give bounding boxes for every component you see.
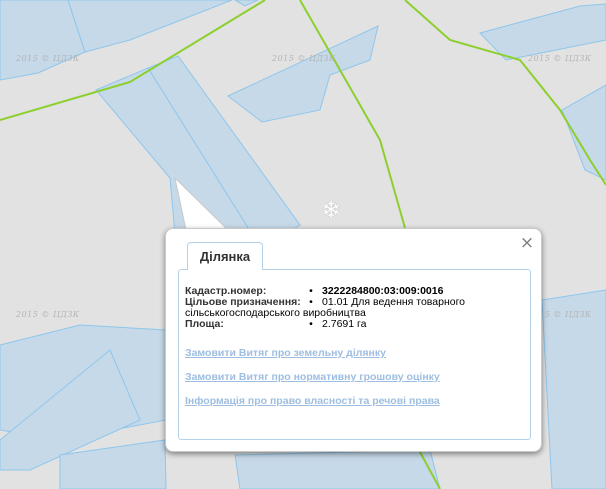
watermark: 2015 © ЦДЗК [16,310,80,319]
parcel-popup: × Ділянка Кадастр.номер: • 3222284800:03… [165,228,542,452]
land-parcel [541,289,606,489]
tab-gap [188,269,260,271]
order-extract-link[interactable]: Замовити Витяг про земельну ділянку [185,347,386,359]
ownership-info-link[interactable]: Інформація про право власності та речові… [185,395,440,407]
parcel-info-panel: Кадастр.номер: • 3222284800:03:009:0016 … [178,269,531,440]
tab-parcel[interactable]: Ділянка [187,242,263,270]
watermark: 2015 © ЦДЗК [528,54,592,63]
order-valuation-link[interactable]: Замовити Витяг про нормативну грошову оц… [185,371,440,383]
watermark: 2015 © ЦДЗК [16,54,80,63]
land-parcel [234,449,441,489]
watermark: 2015 © ЦДЗК [272,54,336,63]
location-marker-icon[interactable]: ❄ [321,198,341,222]
close-icon[interactable]: × [519,235,535,252]
area-value: 2.7691 га [322,318,367,330]
area-row: Площа: • 2.7691 га [185,319,465,330]
bullet: • [309,318,313,330]
parcel-info: Кадастр.номер: • 3222284800:03:009:0016 … [185,286,465,330]
area-label: Площа: [185,318,224,330]
